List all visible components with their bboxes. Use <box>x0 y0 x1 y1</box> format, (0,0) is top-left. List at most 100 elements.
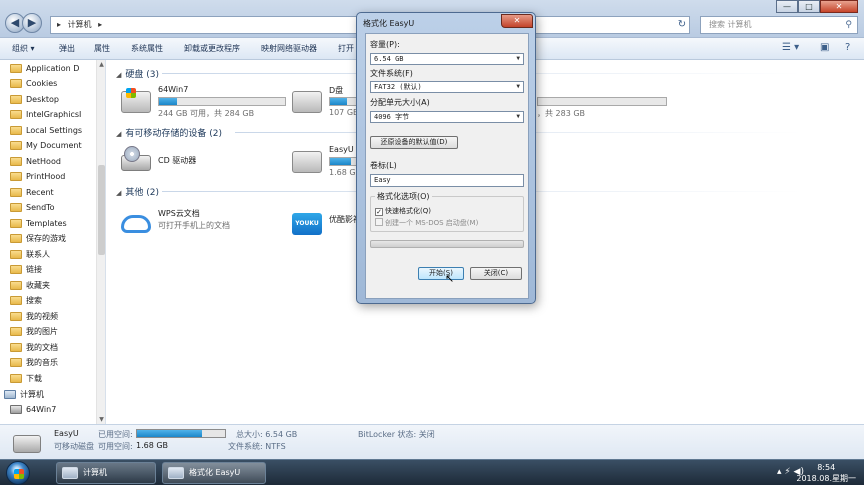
help-icon[interactable]: ? <box>845 42 850 53</box>
folder-icon <box>10 203 22 212</box>
allocation-select[interactable]: 4096 字节 ▼ <box>370 111 524 123</box>
nav-item[interactable]: NetHood <box>10 154 61 169</box>
scroll-up-icon[interactable]: ▲ <box>97 61 105 68</box>
address-chevron[interactable]: ▸ <box>57 20 61 29</box>
forward-button[interactable]: ▶ <box>22 13 42 33</box>
nav-item[interactable]: Recent <box>10 185 54 200</box>
details-filesystem: 文件系统: NTFS <box>228 442 286 451</box>
nav-item[interactable]: 链接 <box>10 262 42 277</box>
folder-icon <box>10 157 22 166</box>
drive-e[interactable]: ，共 283 GB <box>537 85 707 125</box>
nav-item[interactable]: Cookies <box>10 76 57 91</box>
nav-item[interactable]: 下载 <box>10 371 42 386</box>
nav-item[interactable]: 保存的游戏 <box>10 231 66 246</box>
clock-date: 2018.08.星期一 <box>796 474 856 483</box>
capacity-label: 容量(P): <box>370 40 400 49</box>
details-pane: EasyU 可移动磁盘 已用空间: 可用空间: 1.68 GB 总大小: 6.5… <box>0 424 864 459</box>
start-button[interactable] <box>6 461 30 485</box>
drive-name: EasyU <box>329 145 354 154</box>
msdos-startup-checkbox[interactable]: 创建一个 MS-DOS 启动盘(M) <box>375 218 478 228</box>
collapse-icon: ◢ <box>116 130 122 138</box>
drive-cd[interactable]: CD 驱动器 <box>121 145 291 185</box>
drive-info: 107 GB <box>329 108 359 117</box>
drive-usage-bar <box>537 97 667 106</box>
nav-item[interactable]: 我的音乐 <box>10 355 58 370</box>
restore-defaults-button[interactable]: 还原设备的默认值(D) <box>370 136 458 149</box>
uninstall-program-button[interactable]: 卸载或更改程序 <box>184 43 240 54</box>
search-placeholder: 搜索 计算机 <box>709 20 752 29</box>
view-options-icon[interactable]: ☰ ▾ <box>782 42 799 53</box>
organize-menu[interactable]: 组织 ▾ <box>12 43 35 54</box>
drive-icon <box>168 467 184 479</box>
open-control-panel-button[interactable]: 打开 <box>338 43 354 54</box>
scroll-thumb[interactable] <box>98 165 105 255</box>
windows-drive-icon <box>121 88 151 113</box>
drive-64win7[interactable]: 64Win7 244 GB 可用，共 284 GB <box>121 85 291 125</box>
details-usage-bar <box>136 429 226 438</box>
dialog-title: 格式化 EasyU <box>363 19 415 28</box>
group-header-other[interactable]: ◢ 其他 (2) <box>116 185 159 198</box>
windows-logo-icon <box>126 88 136 98</box>
folder-icon <box>10 188 22 197</box>
nav-scrollbar[interactable]: ▲ ▼ <box>96 60 105 424</box>
properties-button[interactable]: 属性 <box>94 43 110 54</box>
format-dialog: 格式化 EasyU ✕ 容量(P): 6.54 GB ▼ 文件系统(F) FAT3… <box>356 12 536 304</box>
nav-item[interactable]: PrintHood <box>10 169 65 184</box>
nav-item[interactable]: 我的文档 <box>10 340 58 355</box>
drive-icon <box>10 405 22 414</box>
group-header-hdd[interactable]: ◢ 硬盘 (3) <box>116 67 159 80</box>
chevron-down-icon: ▼ <box>516 113 520 120</box>
map-network-drive-button[interactable]: 映射网络驱动器 <box>261 43 317 54</box>
nav-item[interactable]: SendTo <box>10 200 55 215</box>
nav-item[interactable]: Local Settings <box>10 123 82 138</box>
close-button[interactable]: ✕ <box>820 0 858 13</box>
nav-item[interactable]: 联系人 <box>10 247 50 262</box>
details-used-label: 已用空间: <box>98 430 133 439</box>
cloud-icon <box>121 215 151 233</box>
nav-item[interactable]: My Document <box>10 138 82 153</box>
taskbar-button-computer[interactable]: 计算机 <box>56 462 156 484</box>
nav-item[interactable]: 我的图片 <box>10 324 58 339</box>
address-chevron[interactable]: ▸ <box>98 20 102 29</box>
cd-drive-icon <box>121 146 151 171</box>
eject-button[interactable]: 弹出 <box>59 43 75 54</box>
dialog-close-button[interactable]: ✕ <box>501 14 533 28</box>
address-segment-computer[interactable]: 计算机 <box>68 20 92 29</box>
folder-icon <box>10 358 22 367</box>
details-bitlocker: BitLocker 状态: 关闭 <box>358 430 435 439</box>
nav-item[interactable]: 收藏夹 <box>10 278 50 293</box>
drive-info: 244 GB 可用，共 284 GB <box>158 109 255 118</box>
volume-input[interactable]: Easy <box>370 174 524 187</box>
drive-usage-bar <box>329 97 359 106</box>
nav-item[interactable]: 我的视频 <box>10 309 58 324</box>
details-total: 总大小: 6.54 GB <box>236 430 298 439</box>
system-properties-button[interactable]: 系统属性 <box>131 43 163 54</box>
nav-item-64win7[interactable]: 64Win7 <box>10 402 105 424</box>
filesystem-select[interactable]: FAT32 (默认) ▼ <box>370 81 524 93</box>
start-button[interactable]: 开始(S) <box>418 267 464 280</box>
clock-time: 8:54 <box>817 463 836 472</box>
preview-pane-icon[interactable]: ▣ <box>820 42 829 53</box>
nav-item-computer[interactable]: 计算机 <box>4 387 44 402</box>
capacity-select[interactable]: 6.54 GB ▼ <box>370 53 524 65</box>
nav-item[interactable]: Templates <box>10 216 67 231</box>
nav-item[interactable]: 搜索 <box>10 293 42 308</box>
maximize-button[interactable]: □ <box>798 0 820 13</box>
details-free-value: 1.68 GB <box>136 441 169 450</box>
drive-name: 64Win7 <box>158 85 189 94</box>
taskbar-button-format[interactable]: 格式化 EasyU <box>162 462 266 484</box>
clock[interactable]: 8:54 2018.08.星期一 <box>796 462 856 484</box>
refresh-icon[interactable]: ↻ <box>674 17 690 33</box>
scroll-down-icon[interactable]: ▼ <box>97 416 105 423</box>
search-input[interactable]: 搜索 计算机 ⚲ <box>700 16 858 34</box>
youku-icon: YOUKU <box>292 213 322 235</box>
details-type: 可移动磁盘 <box>54 442 94 451</box>
group-header-removable[interactable]: ◢ 有可移动存储的设备 (2) <box>116 126 222 139</box>
close-dialog-button[interactable]: 关闭(C) <box>470 267 522 280</box>
nav-item[interactable]: Application D <box>10 61 79 76</box>
nav-item[interactable]: Desktop <box>10 92 59 107</box>
quick-format-checkbox[interactable]: ✓ 快速格式化(Q) <box>375 206 431 216</box>
item-wps-cloud[interactable]: WPS云文档 可打开手机上的文档 <box>121 205 291 245</box>
minimize-button[interactable]: — <box>776 0 798 13</box>
nav-item[interactable]: IntelGraphicsI <box>10 107 81 122</box>
